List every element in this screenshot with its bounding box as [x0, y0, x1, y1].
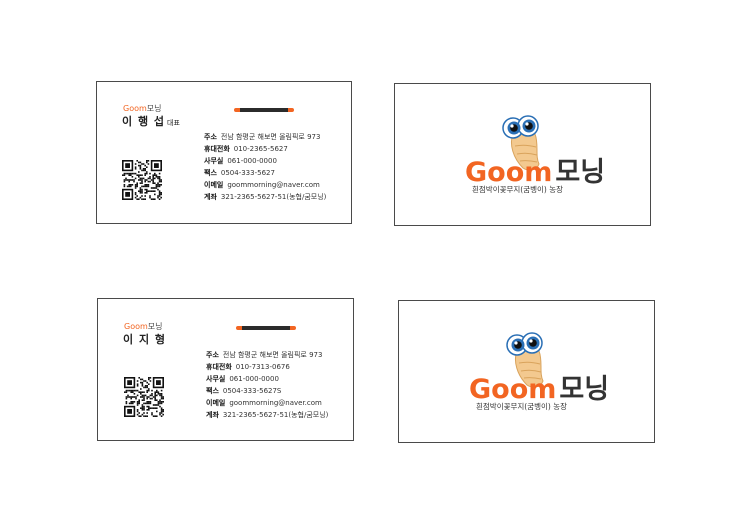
- address-row: 주소 전남 함평군 해보면 올림픽로 973: [206, 351, 323, 359]
- business-card-front: Goom모닝 이 지 형 주소 전남 함평군 해보면 올림픽로 973 휴대전화 0…: [97, 298, 354, 441]
- brand-morning: 모닝: [147, 322, 163, 331]
- account-row: 계좌 321-2365-5627-51(농협/굼모닝): [204, 193, 327, 201]
- office-row: 사무실 061-000-0000: [204, 157, 277, 165]
- tagline: 흰점박이꽃무지(굼벵이) 농장: [472, 185, 564, 194]
- address-row: 주소 전남 함평군 해보면 올림픽로 973: [204, 133, 321, 141]
- mobile-row: 휴대전화 010-2365-5627: [204, 145, 288, 153]
- person-title: 대표: [167, 119, 180, 127]
- person-name: 이 지 형: [123, 331, 166, 347]
- person-name: 이 행 섭 대표: [122, 113, 180, 129]
- fax-row: 팩스 0504-333-5627: [204, 169, 275, 177]
- qr-code: [122, 160, 162, 200]
- brand-morning: 모닝: [146, 104, 162, 113]
- qr-code: [124, 377, 164, 417]
- office-row: 사무실 061-000-0000: [206, 375, 279, 383]
- accent-bar: [236, 326, 296, 330]
- name-text: 이 행 섭: [122, 115, 166, 128]
- mobile-row: 휴대전화 010-7313-0676: [206, 363, 290, 371]
- business-card-front: Goom모닝 이 행 섭 대표 주소 전남 함평군 해보면 올림픽로 973 휴대전…: [96, 81, 352, 224]
- business-card-back: Goom 모닝 흰점박이꽃무지(굼벵이) 농장: [394, 83, 651, 226]
- tagline: 흰점박이꽃무지(굼벵이) 농장: [476, 402, 568, 411]
- email-row: 이메일 goommorning@naver.com: [204, 181, 320, 189]
- email-row: 이메일 goommorning@naver.com: [206, 399, 322, 407]
- name-text: 이 지 형: [123, 333, 167, 346]
- accent-bar: [234, 108, 294, 112]
- contact-info: 주소 전남 함평군 해보면 올림픽로 973 휴대전화 010-2365-5627 …: [204, 131, 326, 203]
- fax-row: 팩스 0504-333-5627S: [206, 387, 282, 395]
- account-row: 계좌 321-2365-5627-51(농협/굼모닝): [206, 411, 329, 419]
- business-card-back: Goom 모닝 흰점박이꽃무지(굼벵이) 농장: [398, 300, 655, 443]
- contact-info: 주소 전남 함평군 해보면 올림픽로 973 휴대전화 010-7313-0676 …: [206, 349, 328, 421]
- brand-goom: Goom: [123, 104, 147, 113]
- brand-goom: Goom: [124, 322, 148, 331]
